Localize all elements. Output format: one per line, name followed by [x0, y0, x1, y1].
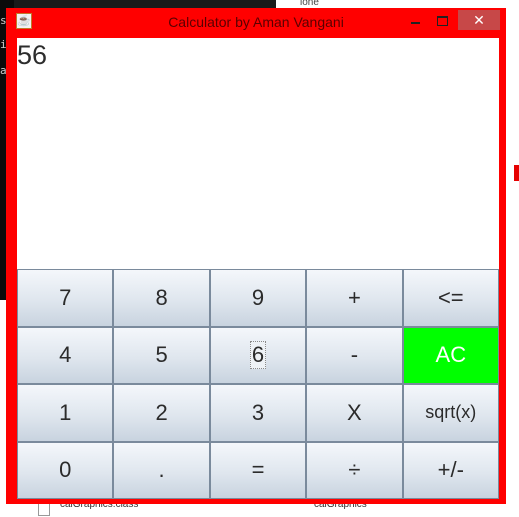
- minimize-button[interactable]: [404, 10, 426, 30]
- key-4[interactable]: 4: [17, 326, 114, 384]
- background-text: ione: [300, 0, 319, 8]
- key-6[interactable]: 6: [209, 326, 307, 384]
- key-sqrt[interactable]: sqrt(x): [402, 384, 499, 442]
- key-all-clear[interactable]: AC: [402, 326, 499, 384]
- close-icon: ✕: [473, 12, 485, 28]
- key-backspace[interactable]: <=: [402, 269, 499, 327]
- display-value: 56: [17, 40, 48, 70]
- key-2[interactable]: 2: [113, 384, 210, 442]
- key-6-label: 6: [249, 341, 267, 370]
- key-decimal[interactable]: .: [113, 441, 210, 499]
- display-area: 56: [17, 38, 499, 269]
- key-equals[interactable]: =: [209, 441, 307, 499]
- key-negate[interactable]: +/-: [402, 441, 499, 499]
- key-1[interactable]: 1: [17, 384, 114, 442]
- close-button[interactable]: ✕: [458, 10, 500, 30]
- calculator-window: ☕ Calculator by Aman Vangani ✕ 56 7 8 9 …: [6, 8, 506, 504]
- key-8[interactable]: 8: [113, 269, 210, 327]
- title-bar[interactable]: ☕ Calculator by Aman Vangani ✕: [6, 8, 506, 35]
- key-minus[interactable]: -: [306, 326, 403, 384]
- key-7[interactable]: 7: [17, 269, 114, 327]
- key-plus[interactable]: +: [306, 269, 403, 327]
- key-divide[interactable]: ÷: [306, 441, 403, 499]
- key-5[interactable]: 5: [113, 326, 210, 384]
- key-3[interactable]: 3: [209, 384, 307, 442]
- key-multiply[interactable]: X: [306, 384, 403, 442]
- calculator-body: 56 7 8 9 + <= 4 5 6 - AC 1 2 3 X sqrt(x)…: [17, 38, 499, 499]
- background-red-marker: [514, 165, 519, 181]
- key-9[interactable]: 9: [209, 269, 307, 327]
- keypad: 7 8 9 + <= 4 5 6 - AC 1 2 3 X sqrt(x) 0 …: [17, 269, 499, 499]
- minimize-icon: [410, 21, 420, 24]
- key-0[interactable]: 0: [17, 441, 114, 499]
- maximize-icon: [436, 15, 448, 26]
- maximize-button[interactable]: [431, 10, 453, 30]
